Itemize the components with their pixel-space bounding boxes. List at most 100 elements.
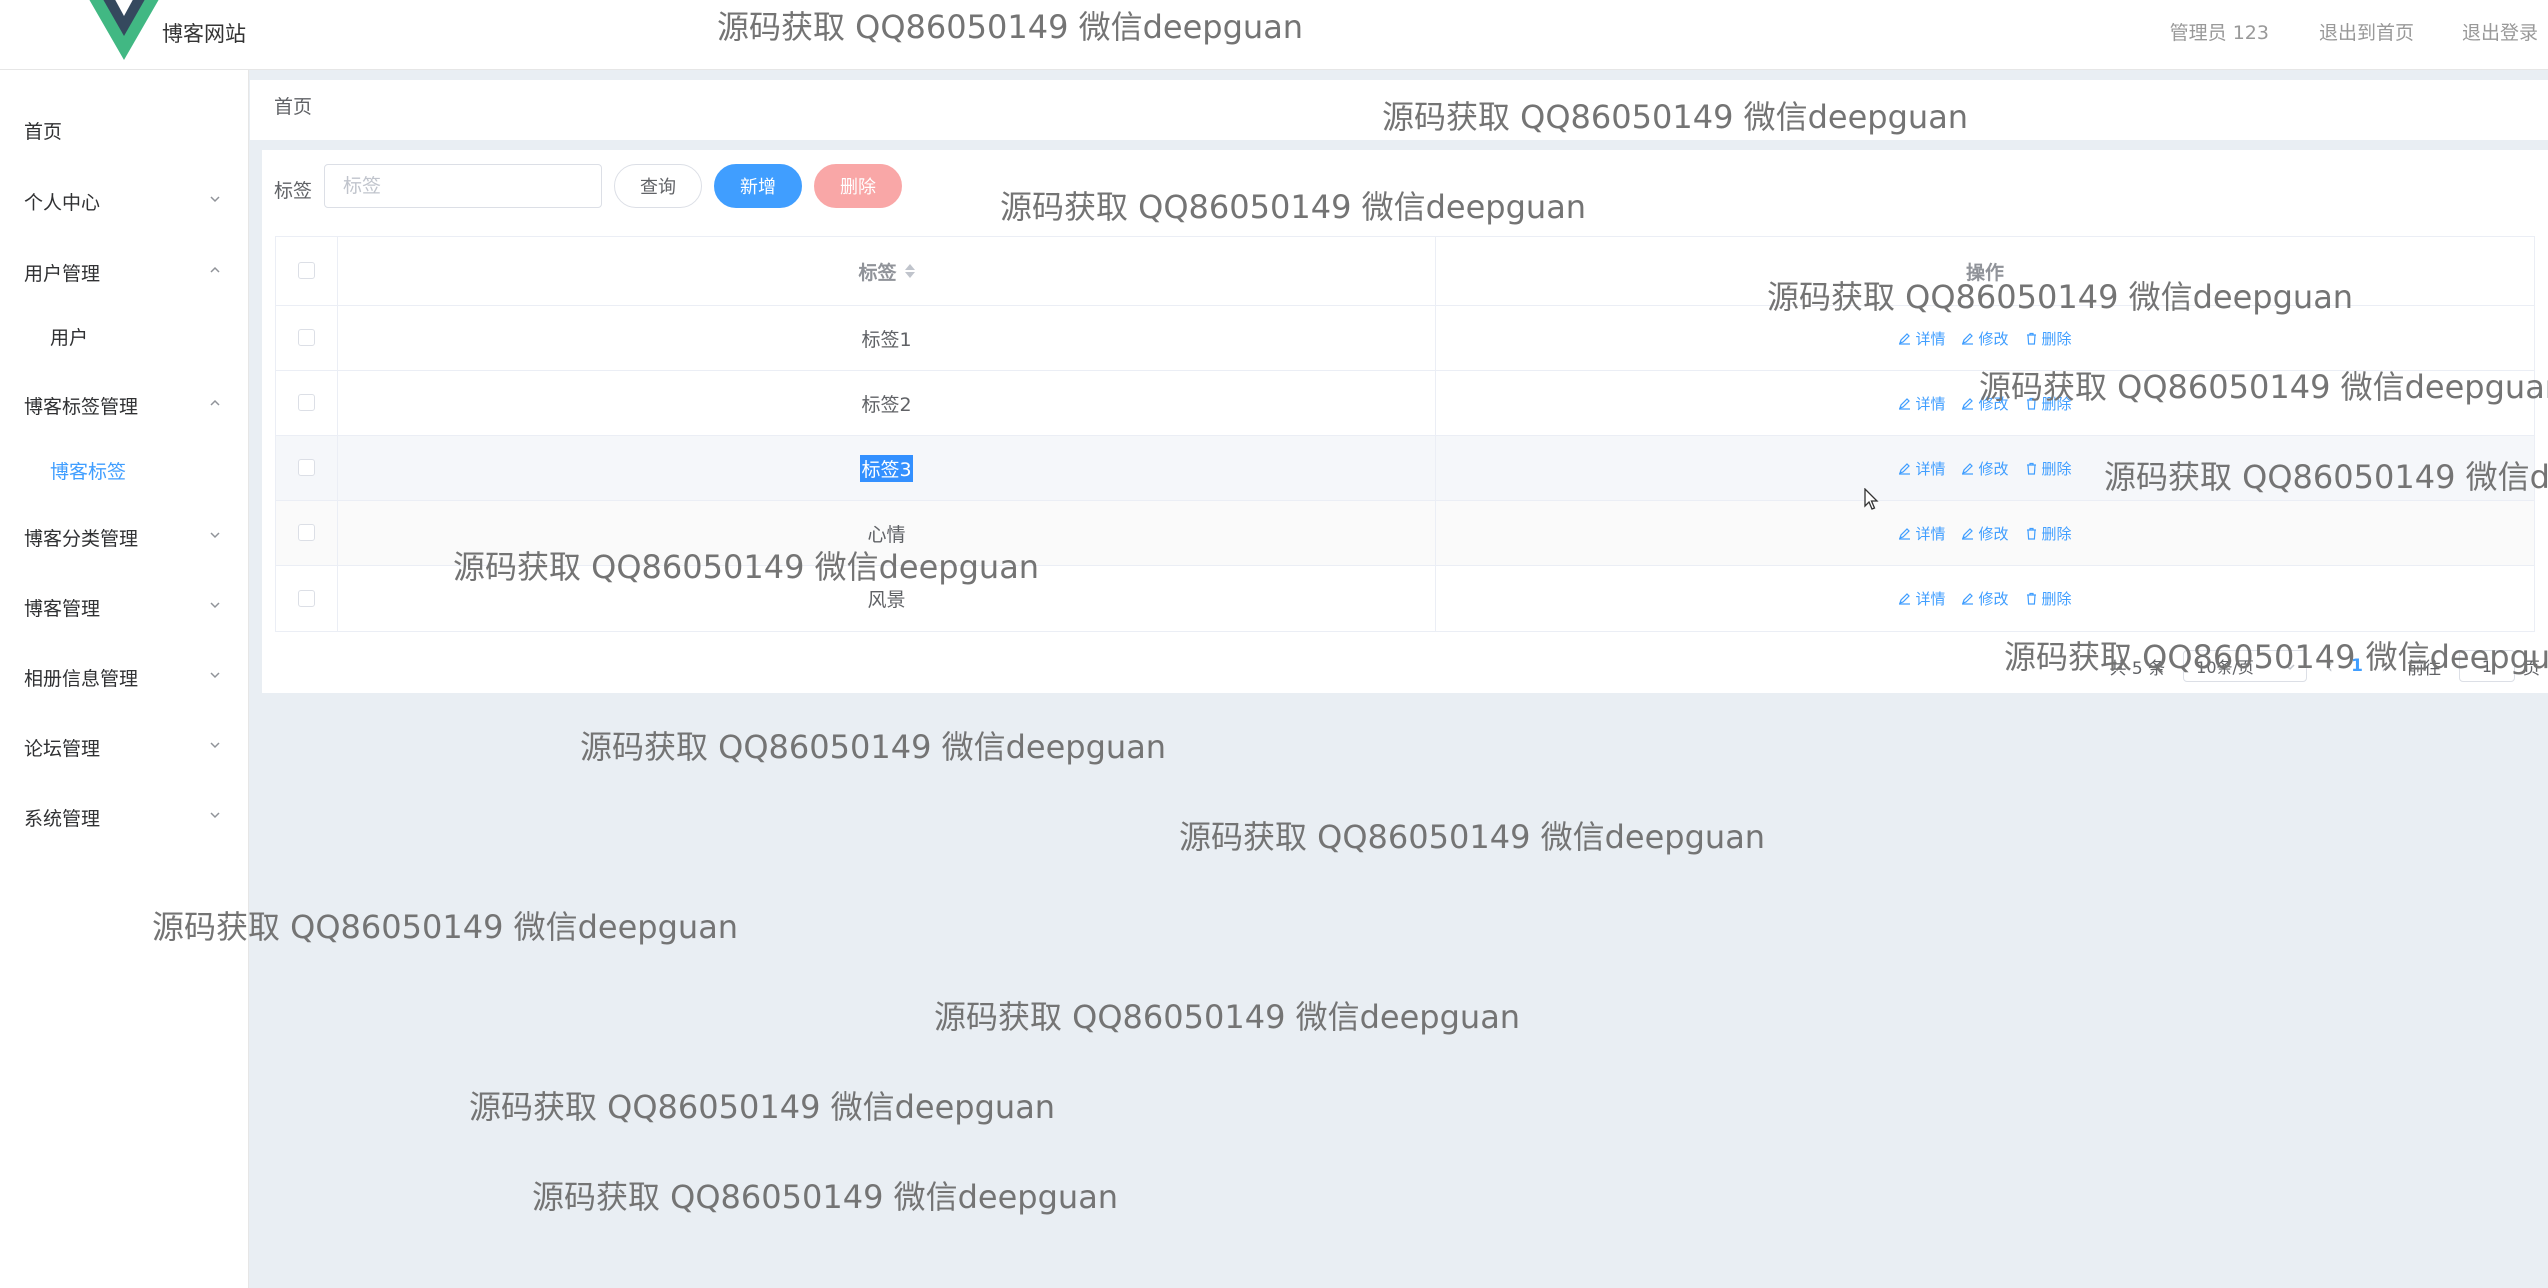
chevron-up-icon bbox=[210, 399, 220, 406]
next-page-button[interactable]: › bbox=[2381, 654, 2389, 678]
detail-button[interactable]: 详情 bbox=[1898, 458, 1945, 479]
delete-button[interactable]: 删除 bbox=[2025, 523, 2072, 544]
row-checkbox[interactable] bbox=[298, 524, 315, 541]
row-checkbox[interactable] bbox=[298, 329, 315, 346]
trash-icon bbox=[2026, 397, 2036, 410]
edit-label: 修改 bbox=[1978, 590, 2009, 608]
header-actions: 管理员 123 退出到首页 退出登录 bbox=[2170, 18, 2548, 45]
page-size-value: 10条/页 bbox=[2196, 658, 2254, 677]
goto-page-input[interactable] bbox=[2459, 650, 2515, 682]
sidebar-item-blog-category-management[interactable]: 博客分类管理 bbox=[0, 507, 249, 567]
sidebar-item-forum-management[interactable]: 论坛管理 bbox=[0, 717, 249, 777]
detail-label: 详情 bbox=[1915, 524, 1946, 543]
watermark-text: 源码获取 QQ86050149 微信deepguan bbox=[1179, 818, 1766, 856]
sidebar-item-personal-center[interactable]: 个人中心 bbox=[0, 171, 249, 231]
prev-page-button[interactable]: ‹ bbox=[2325, 654, 2333, 678]
current-user-label: 管理员 123 bbox=[2169, 22, 2269, 44]
row-label-cell: 标签2 bbox=[338, 371, 1436, 435]
delete-button[interactable]: 删除 bbox=[2025, 393, 2072, 414]
chevron-down-icon bbox=[210, 812, 220, 819]
batch-delete-button[interactable]: 删除 bbox=[814, 164, 902, 208]
detail-label: 详情 bbox=[1915, 394, 1946, 413]
delete-label: 删除 bbox=[2041, 590, 2072, 608]
edit-icon bbox=[1899, 527, 1911, 540]
chevron-down-icon bbox=[210, 196, 220, 203]
sidebar-item-album-management[interactable]: 相册信息管理 bbox=[0, 647, 249, 707]
sort-caret-icon[interactable] bbox=[904, 262, 915, 280]
back-home-link[interactable]: 退出到首页 bbox=[2319, 18, 2414, 45]
sidebar-item-label: 博客分类管理 bbox=[24, 527, 139, 550]
delete-label: 删除 bbox=[2041, 459, 2072, 478]
tag-table: 标签 操作 标签1 详情 修改 删除 标签2 详情 修改 删除 标签3 详情 修… bbox=[275, 236, 2535, 632]
edit-button[interactable]: 修改 bbox=[1961, 393, 2009, 414]
detail-button[interactable]: 详情 bbox=[1898, 523, 1945, 544]
detail-button[interactable]: 详情 bbox=[1898, 393, 1945, 414]
select-all-checkbox[interactable] bbox=[298, 262, 315, 279]
query-button[interactable]: 查询 bbox=[614, 164, 702, 208]
sidebar-item-label: 系统管理 bbox=[24, 807, 101, 830]
edit-icon bbox=[1962, 527, 1974, 540]
edit-button[interactable]: 修改 bbox=[1961, 523, 2009, 544]
row-checkbox[interactable] bbox=[298, 459, 315, 476]
sidebar-item-system-management[interactable]: 系统管理 bbox=[0, 787, 249, 847]
edit-icon bbox=[1962, 462, 1974, 475]
row-checkbox[interactable] bbox=[298, 394, 315, 411]
table-header-row: 标签 操作 bbox=[276, 237, 2534, 306]
column-header-label[interactable]: 标签 bbox=[338, 237, 1436, 305]
delete-button[interactable]: 删除 bbox=[2025, 328, 2072, 349]
tag-search-input[interactable] bbox=[324, 164, 602, 208]
row-label-text: 标签3 bbox=[860, 454, 913, 482]
top-header: 博客网站 管理员 123 退出到首页 退出登录 bbox=[0, 0, 2548, 70]
page-number-current[interactable]: 1 bbox=[2351, 656, 2363, 676]
chevron-down-icon bbox=[210, 672, 220, 679]
chevron-down-icon bbox=[210, 532, 220, 539]
row-check-cell bbox=[276, 566, 338, 631]
page-size-select[interactable]: 10条/页 bbox=[2183, 650, 2308, 682]
trash-icon bbox=[2026, 462, 2036, 475]
row-ops-cell: 详情 修改 删除 bbox=[1436, 566, 2534, 631]
breadcrumb-home[interactable]: 首页 bbox=[274, 92, 312, 119]
table-row: 标签3 详情 修改 删除 bbox=[276, 436, 2534, 501]
sidebar-item-blog-tag[interactable]: 博客标签 bbox=[0, 445, 249, 495]
pagination: 共 5 条 10条/页 ‹ 1 › 前往 页 bbox=[2092, 650, 2540, 682]
row-ops-cell: 详情 修改 删除 bbox=[1436, 436, 2534, 500]
sidebar-item-blog-management[interactable]: 博客管理 bbox=[0, 577, 249, 637]
detail-button[interactable]: 详情 bbox=[1898, 328, 1945, 349]
row-label-text: 心情 bbox=[867, 523, 906, 546]
sidebar-item-home[interactable]: 首页 bbox=[0, 100, 249, 160]
row-checkbox[interactable] bbox=[298, 589, 315, 607]
site-title: 博客网站 bbox=[162, 22, 246, 46]
sidebar-item-label: 相册信息管理 bbox=[24, 667, 139, 690]
logout-link[interactable]: 退出登录 bbox=[2462, 18, 2538, 45]
delete-button[interactable]: 删除 bbox=[2025, 458, 2072, 479]
row-check-cell bbox=[276, 501, 338, 565]
edit-icon bbox=[1899, 462, 1911, 475]
sidebar-item-blog-tag-management[interactable]: 博客标签管理 bbox=[0, 375, 249, 435]
detail-label: 详情 bbox=[1915, 459, 1946, 478]
header-check-cell bbox=[276, 237, 338, 305]
delete-label: 删除 bbox=[2041, 394, 2072, 413]
edit-button[interactable]: 修改 bbox=[1961, 458, 2009, 479]
row-label-cell: 风景 bbox=[338, 566, 1436, 631]
row-label-cell: 标签3 bbox=[338, 436, 1436, 500]
edit-button[interactable]: 修改 bbox=[1961, 328, 2009, 349]
edit-icon bbox=[1962, 397, 1974, 410]
goto-prefix: 前往 bbox=[2407, 658, 2441, 679]
sidebar: 首页 个人中心 用户管理 用户 博客标签管理 博客标签 博客分类管理 博客管理 … bbox=[0, 70, 249, 1288]
edit-label: 修改 bbox=[1978, 524, 2009, 543]
table-row: 风景 详情 修改 删除 bbox=[276, 566, 2534, 631]
mouse-cursor-icon bbox=[1864, 488, 1879, 510]
delete-button[interactable]: 删除 bbox=[2025, 588, 2072, 609]
sidebar-item-user[interactable]: 用户 bbox=[0, 311, 249, 361]
edit-icon bbox=[1899, 593, 1911, 605]
sidebar-item-label: 用户 bbox=[50, 326, 89, 349]
edit-button[interactable]: 修改 bbox=[1961, 588, 2009, 609]
sidebar-item-user-management[interactable]: 用户管理 bbox=[0, 242, 249, 302]
add-button[interactable]: 新增 bbox=[714, 164, 802, 208]
detail-label: 详情 bbox=[1915, 329, 1946, 348]
detail-button[interactable]: 详情 bbox=[1898, 588, 1945, 609]
row-check-cell bbox=[276, 436, 338, 500]
delete-label: 删除 bbox=[2041, 329, 2072, 348]
edit-icon bbox=[1962, 593, 1974, 605]
table-row: 标签2 详情 修改 删除 bbox=[276, 371, 2534, 436]
